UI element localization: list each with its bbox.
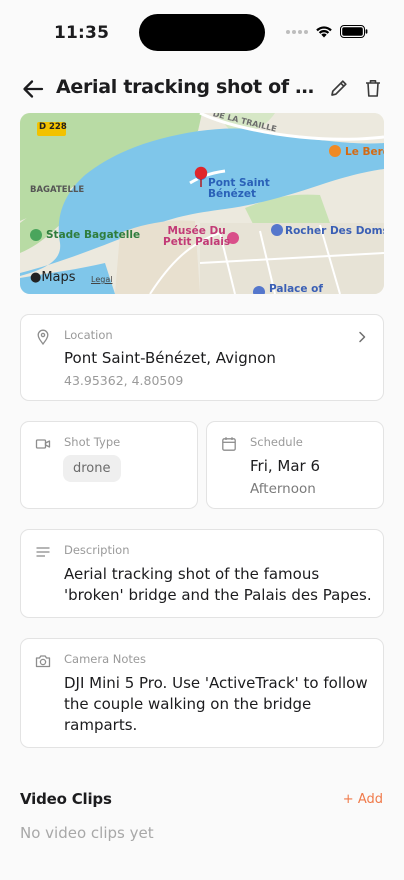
back-arrow-icon[interactable] (20, 77, 46, 101)
page-title: Aerial tracking shot of the famous 'brok… (56, 76, 320, 98)
map-label-stade: Stade Bagatelle (46, 229, 141, 241)
trash-icon[interactable] (362, 77, 384, 99)
map-canvas (20, 113, 384, 294)
schedule-time: Afternoon (250, 481, 316, 497)
chevron-right-icon (359, 331, 366, 343)
camera-notes-card: Camera Notes DJI Mini 5 Pro. Use 'Active… (20, 638, 384, 748)
status-icons (286, 25, 368, 38)
description-label: Description (64, 543, 130, 557)
map-label-musee: Musée Du Petit Palais (163, 225, 231, 248)
camera-icon (35, 655, 51, 668)
calendar-icon (222, 437, 236, 451)
location-name: Pont Saint-Bénézet, Avignon (64, 349, 276, 367)
location-coords: 43.95362, 4.80509 (64, 373, 184, 388)
cellular-signal-icon (286, 29, 308, 34)
shot-type-chip: drone (63, 455, 121, 482)
shot-type-card: Shot Type drone (20, 421, 198, 509)
status-bar: 11:35 (0, 0, 404, 66)
schedule-label: Schedule (250, 435, 303, 449)
camera-notes-line-3: ramparts. (64, 716, 138, 734)
location-pin-icon (37, 329, 49, 345)
text-lines-icon (36, 547, 50, 557)
wifi-icon (316, 26, 332, 38)
map-legal-link[interactable]: Legal (91, 275, 112, 284)
location-label: Location (64, 328, 113, 342)
status-time: 11:35 (54, 23, 110, 43)
map-label-palace: Palace of (269, 283, 323, 294)
schedule-card[interactable]: Schedule Fri, Mar 6 Afternoon (206, 421, 384, 509)
map-label-bagatelle: BAGATELLE (30, 185, 85, 195)
camera-notes-line-1: DJI Mini 5 Pro. Use 'ActiveTrack' to fol… (64, 674, 368, 692)
description-card: Description Aerial tracking shot of the … (20, 529, 384, 618)
edit-pencil-icon[interactable] (328, 77, 350, 99)
location-card[interactable]: Location Pont Saint-Bénézet, Avignon 43.… (20, 314, 384, 401)
battery-icon (340, 25, 368, 38)
camera-notes-line-2: the couple walking on the bridge (64, 695, 312, 713)
description-line-2: 'broken' bridge and the Palais des Papes… (64, 586, 372, 604)
map-label-le-berc: Le Berc (345, 146, 384, 158)
shot-type-label: Shot Type (64, 435, 121, 449)
map-label-rocher: Rocher Des Doms (285, 225, 384, 237)
map-label-road: D 228 (39, 122, 67, 132)
top-app-bar: Aerial tracking shot of the famous 'brok… (0, 70, 404, 108)
apple-logo-icon: ● (30, 270, 42, 285)
map-label-pont: Pont Saint Bénézet (208, 177, 270, 200)
schedule-date: Fri, Mar 6 (250, 457, 321, 475)
video-clips-title: Video Clips (20, 790, 112, 808)
add-video-clip-button[interactable]: + Add (343, 792, 383, 807)
camera-notes-label: Camera Notes (64, 652, 146, 666)
description-line-1: Aerial tracking shot of the famous (64, 565, 320, 583)
location-map[interactable]: D 228 DE LA TRAILLE BAGATELLE Stade Baga… (20, 113, 384, 294)
maps-logo: ●Maps (30, 270, 76, 285)
video-clips-empty-state: No video clips yet (20, 824, 154, 842)
dynamic-island (139, 14, 265, 51)
video-camera-icon (35, 439, 51, 449)
